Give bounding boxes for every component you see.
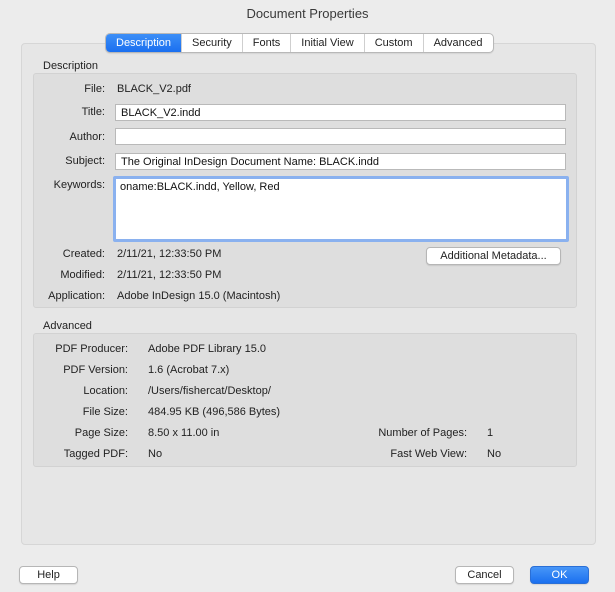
- pdf-producer-value: Adobe PDF Library 15.0: [148, 343, 267, 355]
- tab-custom[interactable]: Custom: [365, 34, 424, 52]
- fast-web-view-label: Fast Web View:: [390, 448, 467, 460]
- number-of-pages-label: Number of Pages:: [378, 427, 467, 439]
- keywords-label: Keywords:: [53, 179, 105, 191]
- window-title: Document Properties: [246, 6, 369, 21]
- subject-label: Subject:: [65, 155, 105, 167]
- modified-label: Modified:: [60, 269, 105, 281]
- application-value: Adobe InDesign 15.0 (Macintosh): [117, 290, 281, 302]
- additional-metadata-button[interactable]: Additional Metadata...: [426, 247, 561, 265]
- file-value: BLACK_V2.pdf: [117, 83, 191, 95]
- location-label: Location:: [83, 385, 128, 397]
- title-label: Title:: [81, 106, 105, 118]
- tagged-pdf-label: Tagged PDF:: [63, 448, 128, 460]
- title-field[interactable]: [115, 104, 566, 121]
- tab-advanced[interactable]: Advanced: [424, 34, 493, 52]
- file-size-value: 484.95 KB (496,586 Bytes): [148, 406, 281, 418]
- tab-description[interactable]: Description: [106, 34, 183, 52]
- modified-value: 2/11/21, 12:33:50 PM: [117, 269, 222, 281]
- tab-security[interactable]: Security: [182, 34, 243, 52]
- advanced-section-label: Advanced: [43, 320, 92, 332]
- pdf-version-value: 1.6 (Acrobat 7.x): [148, 364, 230, 376]
- number-of-pages-value: 1: [487, 427, 494, 439]
- author-field[interactable]: [115, 128, 566, 145]
- pdf-version-label: PDF Version:: [63, 364, 128, 376]
- location-value: /Users/fishercat/Desktop/: [148, 385, 271, 397]
- subject-field[interactable]: [115, 153, 566, 170]
- keywords-field[interactable]: oname:BLACK.indd, Yellow, Red: [113, 176, 569, 242]
- description-section-label: Description: [43, 60, 99, 72]
- tab-bar: Description Security Fonts Initial View …: [105, 33, 494, 53]
- cancel-button[interactable]: Cancel: [455, 566, 514, 584]
- created-label: Created:: [62, 248, 105, 260]
- application-label: Application:: [48, 290, 105, 302]
- ok-button[interactable]: OK: [530, 566, 589, 584]
- tagged-pdf-value: No: [148, 448, 163, 460]
- tab-initial-view[interactable]: Initial View: [291, 34, 365, 52]
- file-size-label: File Size:: [82, 406, 128, 418]
- author-label: Author:: [69, 131, 105, 143]
- tab-fonts[interactable]: Fonts: [243, 34, 292, 52]
- created-value: 2/11/21, 12:33:50 PM: [117, 248, 222, 260]
- page-size-label: Page Size:: [74, 427, 128, 439]
- pdf-producer-label: PDF Producer:: [55, 343, 128, 355]
- help-button[interactable]: Help: [19, 566, 78, 584]
- fast-web-view-value: No: [487, 448, 502, 460]
- page-size-value: 8.50 x 11.00 in: [148, 427, 220, 439]
- file-label: File:: [84, 83, 105, 95]
